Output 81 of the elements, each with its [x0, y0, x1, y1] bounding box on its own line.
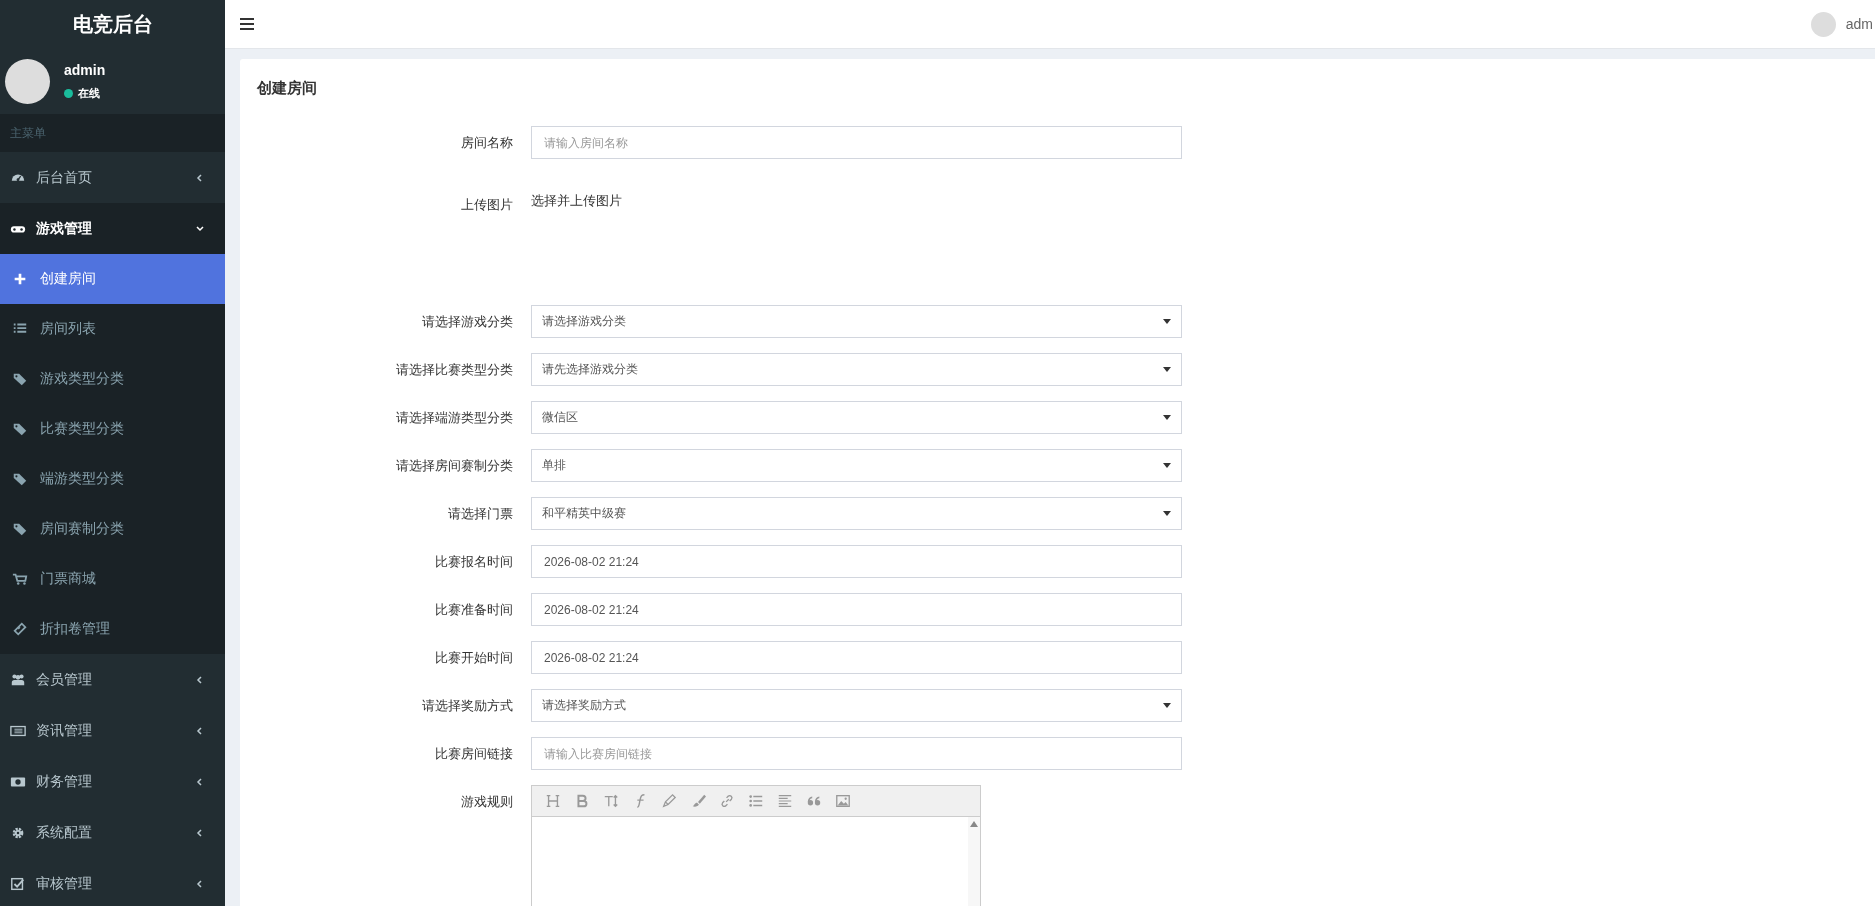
sidebar-group[interactable]: 游戏管理 — [0, 203, 225, 254]
sidebar-item[interactable]: 端游类型分类 — [0, 454, 225, 504]
bold-icon[interactable] — [574, 793, 590, 809]
select-field[interactable]: 请选择奖励方式 — [531, 689, 1182, 722]
field-label: 请选择端游类型分类 — [395, 409, 513, 427]
status-label: 在线 — [78, 85, 100, 101]
sidebar-group[interactable]: 会员管理 — [0, 654, 225, 705]
user-name: admin — [64, 61, 106, 78]
caret-icon — [1163, 511, 1171, 516]
select-field[interactable]: 请先选择游戏分类 — [531, 353, 1182, 386]
caret-icon — [1163, 703, 1171, 708]
align-left-icon[interactable] — [777, 793, 793, 809]
tag-icon — [12, 421, 28, 437]
caret-icon — [1163, 367, 1171, 372]
chevron-left-icon — [195, 878, 205, 889]
chevron-left-icon — [195, 172, 205, 183]
field-label: 请选择游戏分类 — [421, 313, 513, 331]
checkbox-icon — [10, 875, 26, 892]
chevron-left-icon — [195, 776, 205, 787]
select-field[interactable]: 单排 — [531, 449, 1182, 482]
users-icon — [10, 671, 26, 688]
field-label: 比赛准备时间 — [434, 601, 513, 619]
page-title: 创建房间 — [257, 79, 318, 98]
field-label: 请选择门票 — [447, 505, 513, 523]
sidebar-item[interactable]: 创建房间 — [0, 254, 225, 304]
avatar — [5, 58, 50, 104]
field-label: 房间名称 — [460, 134, 513, 152]
input-field[interactable]: 2026-08-02 21:24 — [531, 641, 1182, 674]
field-label: 比赛报名时间 — [434, 553, 513, 571]
chevron-left-icon — [195, 725, 205, 736]
select-field[interactable]: 微信区 — [531, 401, 1182, 434]
upload-link[interactable]: 选择并上传图片 — [531, 174, 622, 210]
sidebar-group[interactable]: 资讯管理 — [0, 705, 225, 756]
heading-icon[interactable] — [545, 793, 561, 809]
sidebar-item[interactable]: 游戏类型分类 — [0, 354, 225, 404]
brush-icon[interactable] — [690, 793, 706, 809]
menu-header: 主菜单 — [0, 114, 225, 152]
input-field[interactable]: 请输入房间名称 — [531, 126, 1182, 159]
sidebar-item[interactable]: 房间列表 — [0, 304, 225, 354]
input-field[interactable]: 2026-08-02 21:24 — [531, 545, 1182, 578]
input-field[interactable]: 2026-08-02 21:24 — [531, 593, 1182, 626]
chevron-left-icon — [195, 827, 205, 838]
field-label: 比赛开始时间 — [434, 649, 513, 667]
field-label: 请选择奖励方式 — [421, 697, 513, 715]
input-field[interactable]: 请输入比赛房间链接 — [531, 737, 1182, 770]
plus-icon — [12, 271, 28, 287]
link-icon[interactable] — [719, 793, 735, 809]
sidebar-group[interactable]: 财务管理 — [0, 756, 225, 807]
pen-icon[interactable] — [661, 793, 677, 809]
tag-icon — [12, 371, 28, 387]
sidebar-item[interactable]: 房间赛制分类 — [0, 504, 225, 554]
list-icon[interactable] — [748, 793, 764, 809]
sidebar-group[interactable]: 审核管理 — [0, 858, 225, 906]
sidebar-group[interactable]: 后台首页 — [0, 152, 225, 203]
sidebar-group[interactable]: 系统配置 — [0, 807, 225, 858]
field-label: 游戏规则 — [460, 793, 513, 811]
field-label: 比赛房间链接 — [434, 745, 513, 763]
menu-icon[interactable] — [239, 17, 255, 31]
tag-icon — [12, 521, 28, 537]
scroll-up-icon[interactable] — [970, 821, 978, 827]
chevron-down-icon — [195, 223, 205, 234]
image-icon[interactable] — [835, 793, 851, 809]
caret-icon — [1163, 415, 1171, 420]
user-name[interactable]: adm — [1845, 16, 1873, 32]
field-label: 请选择房间赛制分类 — [395, 457, 513, 475]
tag-icon — [12, 471, 28, 487]
status-dot — [64, 88, 73, 98]
chevron-left-icon — [195, 674, 205, 685]
sidebar-item[interactable]: 门票商城 — [0, 554, 225, 604]
field-label: 上传图片 — [460, 196, 513, 214]
avatar[interactable] — [1810, 11, 1836, 37]
text-size-icon[interactable] — [603, 793, 619, 809]
select-field[interactable]: 请选择游戏分类 — [531, 305, 1182, 338]
select-field[interactable]: 和平精英中级赛 — [531, 497, 1182, 530]
field-label: 请选择比赛类型分类 — [395, 361, 513, 379]
ticket-icon — [12, 621, 28, 637]
sidebar-item[interactable]: 折扣卷管理 — [0, 604, 225, 654]
caret-icon — [1163, 463, 1171, 468]
cart-icon — [12, 571, 28, 587]
sidebar-item[interactable]: 比赛类型分类 — [0, 404, 225, 454]
caret-icon — [1163, 319, 1171, 324]
